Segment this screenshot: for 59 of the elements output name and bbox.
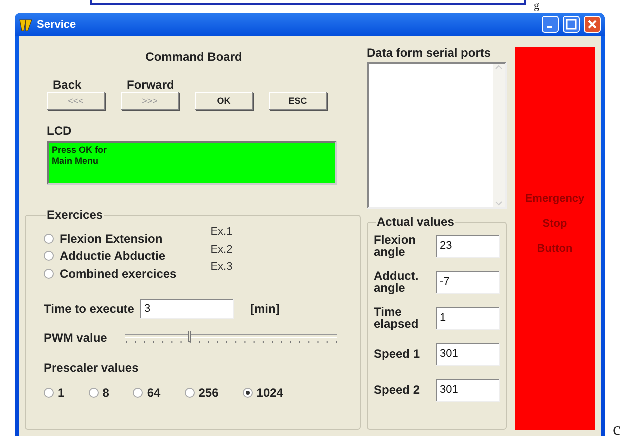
lcd-label: LCD bbox=[47, 124, 73, 138]
field-label: Adduct. angle bbox=[374, 270, 420, 294]
button-caption: Back bbox=[52, 78, 83, 92]
panel-title: Command Board bbox=[144, 50, 244, 64]
lcd-display: Press OK for Main Menu bbox=[47, 141, 337, 185]
slider-label: PWM value bbox=[44, 330, 108, 344]
maximize-icon bbox=[566, 19, 577, 30]
option-label: Combined exercices bbox=[60, 266, 177, 281]
serial-data-list[interactable] bbox=[367, 62, 507, 209]
radio-button[interactable] bbox=[44, 388, 54, 398]
exercise-code: Ex.2 bbox=[210, 244, 233, 258]
field-label: Time elapsed bbox=[374, 306, 420, 330]
value-field[interactable]: 301 bbox=[436, 378, 500, 402]
exercise-code: Ex.1 bbox=[210, 226, 233, 240]
close-icon bbox=[587, 19, 598, 30]
button-caption: Forward bbox=[126, 78, 176, 92]
group-title: Exercices bbox=[46, 208, 104, 222]
value-field[interactable]: -7 bbox=[436, 270, 500, 294]
app-icon bbox=[19, 18, 33, 32]
radio-button[interactable] bbox=[44, 234, 54, 244]
radio-button[interactable] bbox=[133, 388, 144, 398]
option-label: Flexion Extension bbox=[60, 232, 163, 246]
scroll-down-icon bbox=[495, 201, 503, 207]
field-label: Speed 1 bbox=[374, 348, 422, 360]
radio-button[interactable] bbox=[242, 388, 253, 398]
field-label: Speed 2 bbox=[374, 384, 422, 396]
value-field[interactable]: 23 bbox=[436, 234, 500, 258]
list-label: Data form serial ports bbox=[367, 46, 492, 60]
radio-button[interactable] bbox=[88, 388, 99, 398]
option-label: 1024 bbox=[256, 386, 284, 400]
pwm-slider[interactable] bbox=[125, 330, 338, 344]
option-label: 256 bbox=[198, 386, 219, 400]
field-label: Flexion angle bbox=[374, 234, 418, 258]
group-label: Prescaler values bbox=[44, 360, 140, 374]
close-button[interactable] bbox=[584, 16, 601, 33]
option-label: Adductie Abductie bbox=[60, 249, 166, 264]
time-field[interactable]: 3 bbox=[140, 298, 234, 318]
exercise-code: Ex.3 bbox=[210, 261, 233, 275]
group-title: Actual values bbox=[376, 215, 456, 229]
value-field[interactable]: 1 bbox=[436, 306, 500, 330]
option-label: 1 bbox=[58, 386, 65, 400]
slider-thumb[interactable] bbox=[188, 330, 192, 342]
radio-button[interactable] bbox=[44, 268, 54, 279]
unit-label: [min] bbox=[250, 302, 280, 316]
window-title: Service bbox=[37, 18, 78, 30]
command-button[interactable]: OK bbox=[195, 92, 253, 110]
option-label: 64 bbox=[147, 386, 161, 400]
command-button[interactable]: ESC bbox=[269, 92, 327, 110]
document-letter: g bbox=[534, 0, 540, 12]
document-letter: c bbox=[613, 422, 621, 436]
field-label: Time to execute bbox=[44, 302, 134, 316]
radio-button[interactable] bbox=[184, 388, 195, 398]
scrollbar[interactable] bbox=[493, 64, 505, 207]
option-label: 8 bbox=[102, 386, 110, 400]
minimize-button[interactable] bbox=[542, 16, 559, 33]
maximize-button[interactable] bbox=[563, 16, 580, 33]
scroll-up-icon bbox=[495, 64, 503, 70]
radio-button[interactable] bbox=[44, 251, 54, 262]
value-field[interactable]: 301 bbox=[436, 342, 500, 366]
